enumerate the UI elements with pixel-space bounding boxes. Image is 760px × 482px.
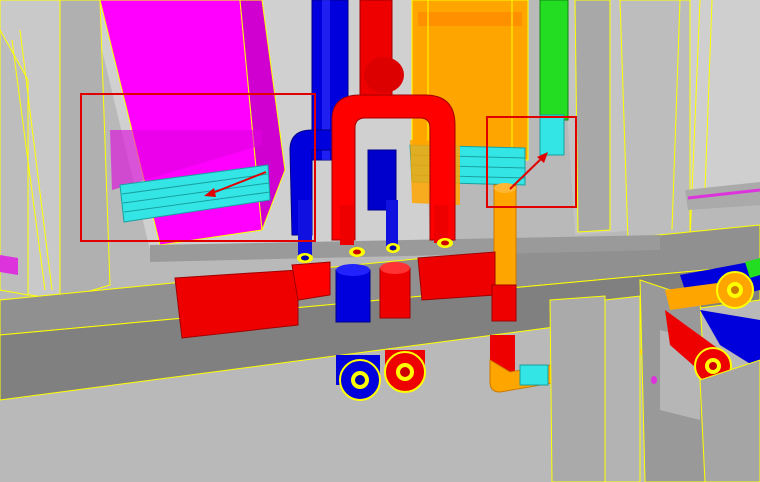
model-viewport[interactable]	[0, 0, 760, 482]
left-columns	[0, 0, 111, 301]
lower-columns	[549, 279, 711, 482]
green-pipe[interactable]	[539, 0, 569, 156]
hanging-red-cylinder[interactable]	[379, 262, 411, 319]
hanging-blue-cylinder[interactable]	[335, 264, 371, 323]
orange-duct[interactable]	[411, 0, 529, 161]
bottom-red-pipe-end[interactable]	[384, 350, 426, 393]
lower-right-wall	[699, 359, 760, 482]
orange-pipe[interactable]	[493, 183, 517, 296]
right-bay-wall	[680, 0, 760, 195]
scene-svg	[0, 0, 760, 482]
